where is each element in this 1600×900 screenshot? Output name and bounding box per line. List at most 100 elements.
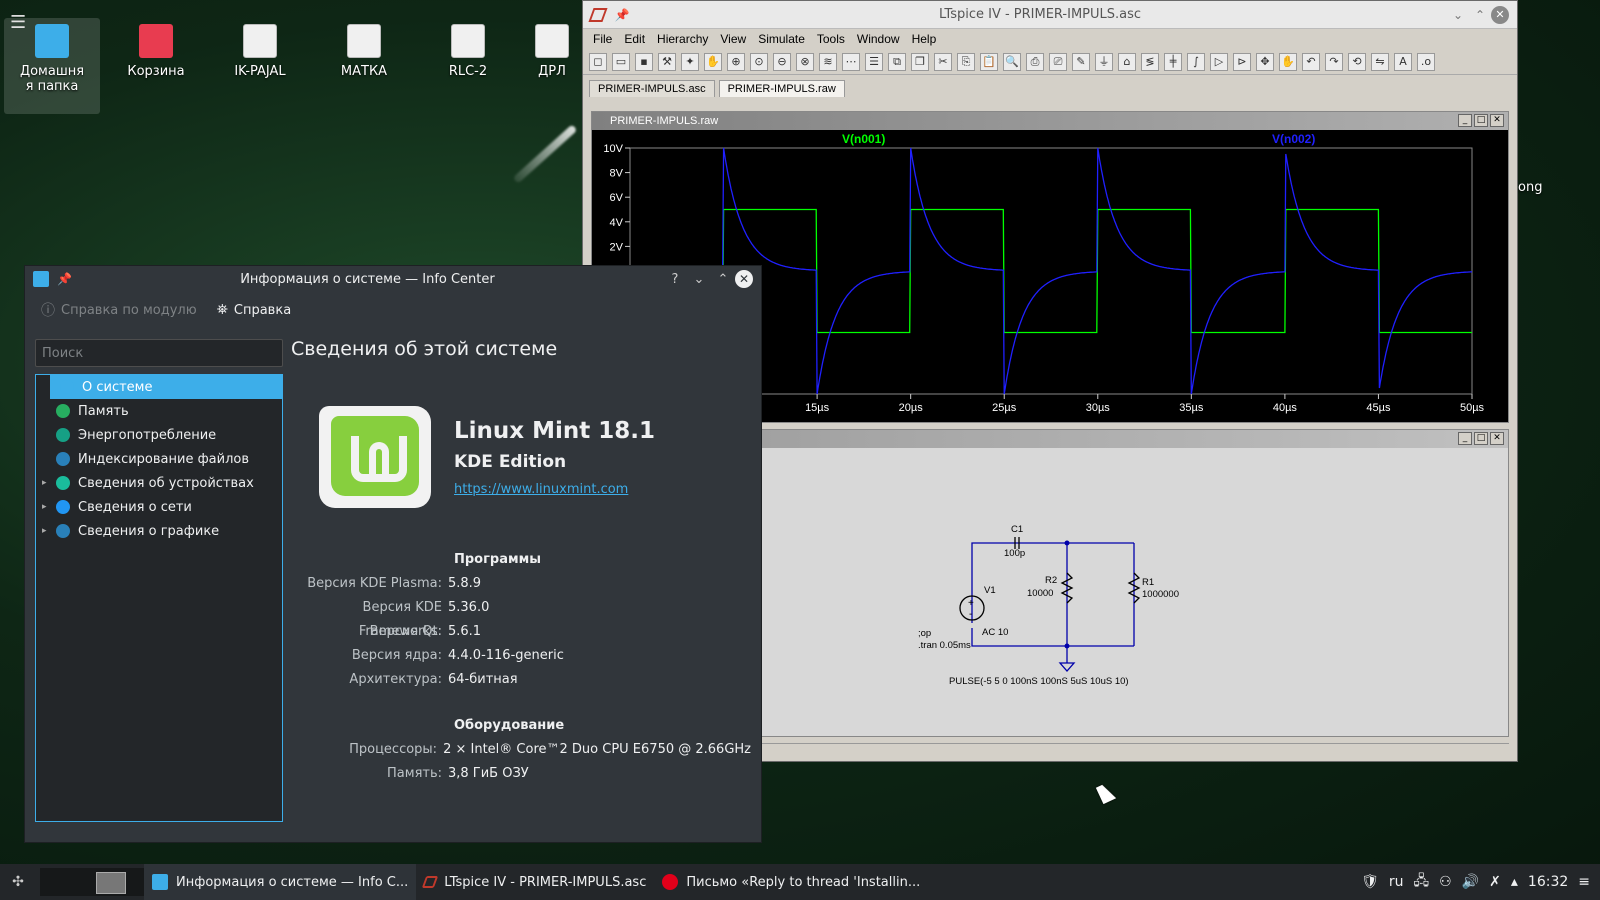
desktop-icon-trash[interactable]: Корзина <box>108 18 204 79</box>
tile-vertical-icon[interactable]: ⧉ <box>888 52 906 71</box>
label-net-icon[interactable]: ⌂ <box>1118 52 1136 71</box>
zoom-out-icon[interactable]: ⊖ <box>773 52 791 71</box>
menu-help[interactable]: Help <box>906 32 943 46</box>
pin-icon[interactable]: 📌 <box>57 272 72 286</box>
tray-expand-icon[interactable]: ▴ <box>1511 874 1518 890</box>
ltspice-titlebar[interactable]: 📌 LTspice IV - PRIMER-IMPULS.asc ⌄ ⌃ ✕ <box>583 1 1517 29</box>
maximize-button[interactable]: ⌃ <box>711 272 735 287</box>
tree-item[interactable]: ▸ Сведения о графике <box>36 519 282 543</box>
menu-simulate[interactable]: Simulate <box>752 32 811 46</box>
clock[interactable]: 16:32 <box>1528 874 1568 890</box>
infocenter-window[interactable]: 📌 Информация о системе — Info Center ? ⌄… <box>24 265 762 843</box>
cut-icon[interactable]: ✂ <box>934 52 952 71</box>
close-button[interactable]: ✕ <box>735 270 753 288</box>
new-schematic-icon[interactable]: ◻ <box>589 52 607 71</box>
close-button[interactable]: ✕ <box>1491 5 1509 24</box>
desktop-icon-file[interactable]: IK-PAJAL <box>212 18 308 79</box>
pane-close-button[interactable]: ✕ <box>1490 114 1504 127</box>
pane-maximize-button[interactable]: □ <box>1474 114 1488 127</box>
expand-arrow-icon[interactable]: ▸ <box>42 502 52 512</box>
undo-icon[interactable]: ↶ <box>1302 52 1320 71</box>
pan-icon[interactable]: ⊙ <box>750 52 768 71</box>
desktop-icon-file[interactable]: RLC-2 <box>420 18 516 79</box>
tree-item[interactable]: Энергопотребление <box>36 423 282 447</box>
drag-icon[interactable]: ✋ <box>1279 52 1297 71</box>
menu-window[interactable]: Window <box>851 32 906 46</box>
network-icon[interactable]: 🖧 <box>1414 870 1430 894</box>
print-icon[interactable]: ⎚ <box>1049 52 1067 71</box>
module-tree[interactable]: О системе Память Энергопотребление Индексир… <box>35 374 283 822</box>
search-input[interactable] <box>35 339 283 367</box>
open-icon[interactable]: ▭ <box>612 52 630 71</box>
menu-view[interactable]: View <box>714 32 752 46</box>
expand-arrow-icon[interactable]: ▸ <box>42 526 52 536</box>
rotate-icon[interactable]: ⟲ <box>1348 52 1366 71</box>
keyboard-layout[interactable]: ru <box>1389 874 1404 890</box>
pane-minimize-button[interactable]: _ <box>1458 114 1472 127</box>
tab-schematic[interactable]: PRIMER-IMPULS.asc <box>589 80 715 97</box>
paste-icon[interactable]: 📋 <box>980 52 998 71</box>
run-icon[interactable]: ✦ <box>681 52 699 71</box>
tile-horizontal-icon[interactable]: ☰ <box>865 52 883 71</box>
bluetooth-icon[interactable]: ✗ <box>1489 874 1501 890</box>
module-help-button[interactable]: ⓘ Справка по модулю <box>41 300 197 320</box>
tree-item[interactable]: ▸ Сведения о сети <box>36 495 282 519</box>
redo-icon[interactable]: ↷ <box>1325 52 1343 71</box>
menu-tools[interactable]: Tools <box>811 32 851 46</box>
halt-icon[interactable]: ✋ <box>704 52 722 71</box>
save-icon[interactable]: ▪ <box>635 52 653 71</box>
text-icon[interactable]: A <box>1394 52 1412 71</box>
tree-item[interactable]: ▸ Сведения об устройствах <box>36 471 282 495</box>
grid-icon[interactable]: ⋯ <box>842 52 860 71</box>
capacitor-icon[interactable]: ╪ <box>1164 52 1182 71</box>
control-panel-icon[interactable]: ⚒ <box>658 52 676 71</box>
component-icon[interactable]: ⊳ <box>1233 52 1251 71</box>
task-ltspice[interactable]: LTspice IV - PRIMER-IMPULS.asc <box>416 864 654 900</box>
mirror-icon[interactable]: ⇋ <box>1371 52 1389 71</box>
minimize-button[interactable]: ⌄ <box>687 272 711 287</box>
diode-icon[interactable]: ▷ <box>1210 52 1228 71</box>
tree-item[interactable]: Память <box>36 399 282 423</box>
menu-file[interactable]: File <box>587 32 618 46</box>
help-question-button[interactable]: ? <box>663 272 687 287</box>
virtual-desktop-pager[interactable] <box>40 868 144 896</box>
wire-icon[interactable]: ✎ <box>1072 52 1090 71</box>
zoom-in-icon[interactable]: ⊕ <box>727 52 745 71</box>
zoom-fit-icon[interactable]: ⊗ <box>796 52 814 71</box>
user-switch-icon[interactable]: ⚇ <box>1439 874 1452 890</box>
pane-minimize-button[interactable]: _ <box>1458 432 1472 445</box>
task-infocenter[interactable]: Информация о системе — Info C... <box>144 864 417 900</box>
desktop-icon-file[interactable]: МАТКА <box>316 18 412 79</box>
maximize-button[interactable]: ⌃ <box>1469 8 1491 22</box>
tab-waveform[interactable]: PRIMER-IMPULS.raw <box>718 80 845 97</box>
tree-item[interactable]: Индексирование файлов <box>36 447 282 471</box>
pin-icon[interactable]: 📌 <box>611 8 633 22</box>
inductor-icon[interactable]: ∫ <box>1187 52 1205 71</box>
resistor-icon[interactable]: ≶ <box>1141 52 1159 71</box>
pane-close-button[interactable]: ✕ <box>1490 432 1504 445</box>
desktop-icon-file[interactable]: ДРЛ <box>524 18 580 79</box>
autorange-icon[interactable]: ≋ <box>819 52 837 71</box>
copy-icon[interactable]: ⎘ <box>957 52 975 71</box>
help-button[interactable]: ⛯ Справка <box>217 302 291 318</box>
desktop-icon-home[interactable]: Домашня я папка <box>4 18 100 114</box>
task-opera[interactable]: Письмо «Reply to thread 'Installin... <box>654 864 928 900</box>
tree-item[interactable]: О системе <box>50 375 282 399</box>
print-setup-icon[interactable]: ⎙ <box>1026 52 1044 71</box>
spice-directive-icon[interactable]: .o <box>1417 52 1435 71</box>
app-launcher-icon[interactable]: ✣ <box>0 874 36 890</box>
move-icon[interactable]: ✥ <box>1256 52 1274 71</box>
expand-arrow-icon[interactable]: ▸ <box>42 478 52 488</box>
ground-icon[interactable]: ⏚ <box>1095 52 1113 71</box>
panel-menu-icon[interactable]: ≡ <box>1578 874 1590 890</box>
shield-icon[interactable]: 🛡 <box>1361 874 1379 890</box>
menu-hierarchy[interactable]: Hierarchy <box>651 32 714 46</box>
minimize-button[interactable]: ⌄ <box>1447 8 1469 22</box>
infocenter-titlebar[interactable]: 📌 Информация о системе — Info Center ? ⌄… <box>25 266 761 292</box>
distro-url-link[interactable]: https://www.linuxmint.com <box>454 482 628 497</box>
cascade-icon[interactable]: ❐ <box>911 52 929 71</box>
menu-edit[interactable]: Edit <box>618 32 651 46</box>
volume-icon[interactable]: 🔊 <box>1462 874 1479 890</box>
pane-maximize-button[interactable]: □ <box>1474 432 1488 445</box>
find-icon[interactable]: 🔍 <box>1003 52 1021 71</box>
